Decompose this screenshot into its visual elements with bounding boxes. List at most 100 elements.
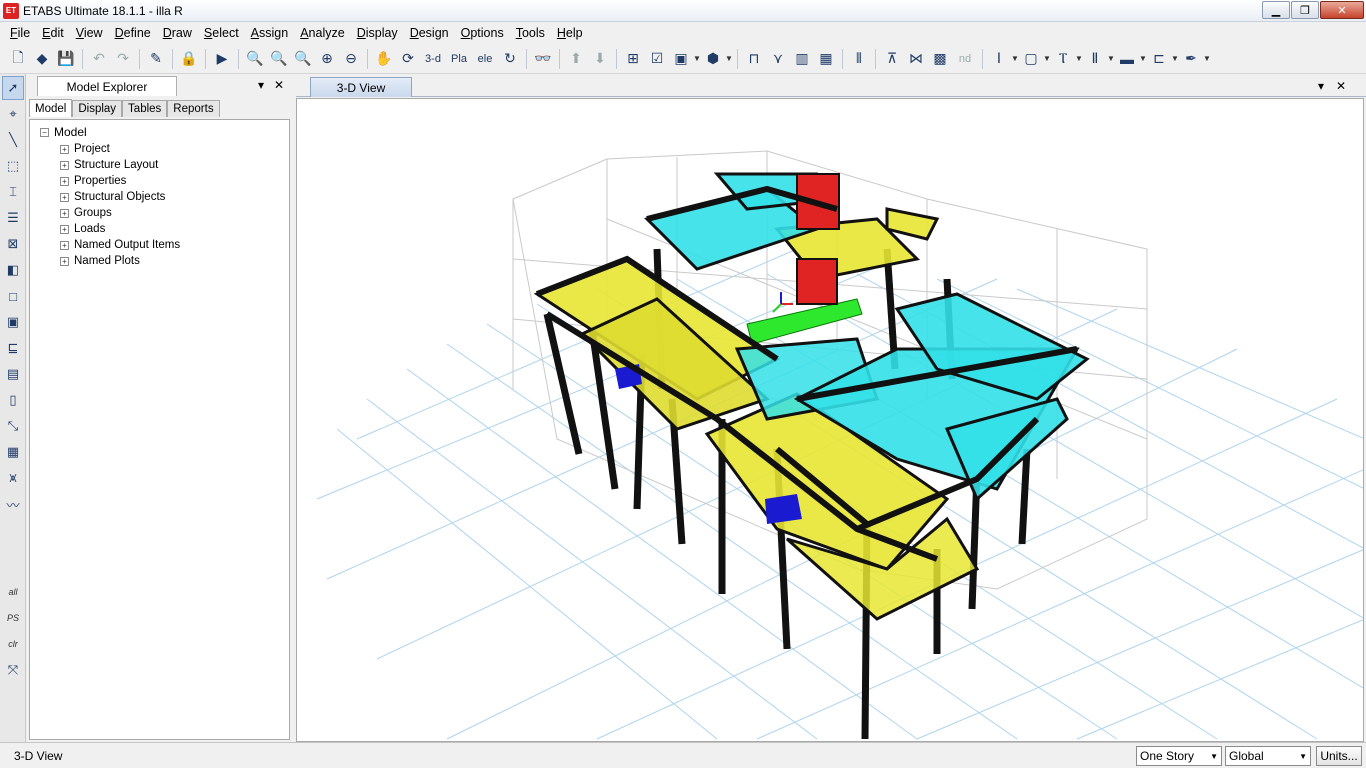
tree-node[interactable]: + Project xyxy=(60,141,180,157)
menu-view[interactable]: View xyxy=(70,26,109,40)
tab-tables[interactable]: Tables xyxy=(122,100,168,117)
coordinate-system-select[interactable]: Global ▼ xyxy=(1225,746,1311,766)
dropdown-arrow-icon[interactable]: ▼ xyxy=(693,54,701,63)
move-up-story-button[interactable]: ⬆ xyxy=(565,48,587,70)
show-selection-only-button[interactable]: ☑ xyxy=(646,48,668,70)
quick-draw-floor-button[interactable]: ▣ xyxy=(2,310,24,334)
draw-brace-button[interactable]: ⋎ xyxy=(767,48,789,70)
elevation-view-button[interactable]: ele xyxy=(473,48,497,70)
expand-icon[interactable]: + xyxy=(60,256,69,266)
new-model-button[interactable]: 🗋 xyxy=(7,48,29,70)
set-display-options-button[interactable]: ⊞ xyxy=(622,48,644,70)
tree-node[interactable]: + Loads xyxy=(60,221,180,237)
expand-icon[interactable]: + xyxy=(60,144,69,154)
detailing-button[interactable]: ✒ xyxy=(1180,48,1202,70)
expand-icon[interactable]: + xyxy=(60,176,69,186)
menu-draw[interactable]: Draw xyxy=(157,26,198,40)
menu-display[interactable]: Display xyxy=(351,26,404,40)
undo-button[interactable]: ↶ xyxy=(88,48,110,70)
menu-options[interactable]: Options xyxy=(455,26,510,40)
menu-file[interactable]: File xyxy=(4,26,36,40)
close-view-button[interactable]: ✕ xyxy=(1336,79,1346,93)
clear-selection-button[interactable]: clr xyxy=(2,632,24,656)
assign-diaphragm-button[interactable]: ▩ xyxy=(929,48,951,70)
draw-line-button[interactable]: ╲ xyxy=(2,128,24,152)
zoom-previous-button[interactable]: 🔍 xyxy=(292,48,314,70)
draw-link-button[interactable]: ⤡ xyxy=(2,414,24,438)
draw-beam-button[interactable]: ⬚ xyxy=(2,154,24,178)
pan-button[interactable]: ✋ xyxy=(373,48,395,70)
lock-model-button[interactable]: 🔒 xyxy=(178,48,200,70)
tab-display[interactable]: Display xyxy=(72,100,123,117)
dropdown-arrow-icon[interactable]: ▼ xyxy=(1171,54,1179,63)
nd-button[interactable]: nd xyxy=(953,48,977,70)
tree-node[interactable]: + Structural Objects xyxy=(60,189,180,205)
draw-secondary-beam-button[interactable]: ☰ xyxy=(2,206,24,230)
view-menu-button[interactable]: ▾ xyxy=(1318,79,1324,93)
tree-node[interactable]: + Named Output Items xyxy=(60,237,180,253)
draw-floor-button[interactable]: ◧ xyxy=(2,258,24,282)
draw-opening-button[interactable]: ▤ xyxy=(2,362,24,386)
dropdown-arrow-icon[interactable]: ▼ xyxy=(1011,54,1019,63)
wall-design-button[interactable]: ⊏ xyxy=(1148,48,1170,70)
tree-node[interactable]: + Properties xyxy=(60,173,180,189)
menu-edit[interactable]: Edit xyxy=(36,26,70,40)
draw-strip-button[interactable]: 〰 xyxy=(2,492,24,516)
tree-node[interactable]: + Structure Layout xyxy=(60,157,180,173)
zoom-window-button[interactable]: 🔍 xyxy=(244,48,266,70)
draw-wall-left-button[interactable]: ⊑ xyxy=(2,336,24,360)
extrude-button[interactable]: ⬢ xyxy=(702,48,724,70)
expand-icon[interactable]: + xyxy=(60,240,69,250)
reshape-button[interactable]: ⌖ xyxy=(2,102,24,126)
plan-view-button[interactable]: Pla xyxy=(447,48,471,70)
draw-grid-button[interactable]: ▦ xyxy=(815,48,837,70)
collapse-icon[interactable]: − xyxy=(40,127,49,137)
units-button[interactable]: Units... xyxy=(1316,746,1362,766)
expand-icon[interactable]: + xyxy=(60,208,69,218)
draw-wall-stack-button[interactable]: ▯ xyxy=(2,388,24,412)
shell-section-button[interactable]: ▢ xyxy=(1020,48,1042,70)
draw-grid-left-button[interactable]: ▦ xyxy=(2,440,24,464)
expand-icon[interactable]: + xyxy=(60,192,69,202)
menu-assign[interactable]: Assign xyxy=(245,26,295,40)
frame-section-button[interactable]: Ⅰ xyxy=(988,48,1010,70)
tab-3d-view[interactable]: 3-D View xyxy=(310,77,412,97)
previous-selection-button[interactable]: PS xyxy=(2,606,24,630)
redo-button[interactable]: ↷ xyxy=(112,48,134,70)
zoom-extents-button[interactable]: 🔍 xyxy=(268,48,290,70)
menu-design[interactable]: Design xyxy=(404,26,455,40)
select-all-button[interactable]: all xyxy=(2,580,24,604)
assign-support-button[interactable]: ⊼ xyxy=(881,48,903,70)
dropdown-arrow-icon[interactable]: ▼ xyxy=(1139,54,1147,63)
menu-analyze[interactable]: Analyze xyxy=(294,26,350,40)
save-model-button[interactable]: 💾 xyxy=(55,48,77,70)
tab-model[interactable]: Model xyxy=(29,99,73,117)
run-analysis-button[interactable]: ▶ xyxy=(211,48,233,70)
panel-menu-button[interactable]: ▾ xyxy=(258,78,264,92)
draw-column-button[interactable]: ⫴ xyxy=(848,48,870,70)
expand-icon[interactable]: + xyxy=(60,160,69,170)
menu-tools[interactable]: Tools xyxy=(510,26,551,40)
draw-rect-floor-button[interactable]: □ xyxy=(2,284,24,308)
zoom-in-button[interactable]: ⊕ xyxy=(316,48,338,70)
open-model-button[interactable]: ◆ xyxy=(31,48,53,70)
assign-release-button[interactable]: ⋈ xyxy=(905,48,927,70)
snap-options-button[interactable]: ⤧ xyxy=(2,658,24,682)
tree-root[interactable]: − Model xyxy=(40,125,87,139)
dropdown-arrow-icon[interactable]: ▼ xyxy=(1043,54,1051,63)
refresh-view-button[interactable]: ✎ xyxy=(145,48,167,70)
tab-reports[interactable]: Reports xyxy=(167,100,220,117)
object-shrink-button[interactable]: ▣ xyxy=(670,48,692,70)
dropdown-arrow-icon[interactable]: ▼ xyxy=(1107,54,1115,63)
rotate-3d-button[interactable]: ⟳ xyxy=(397,48,419,70)
story-select[interactable]: One Story ▼ xyxy=(1136,746,1222,766)
model-3d-canvas[interactable] xyxy=(296,98,1364,742)
close-window-button[interactable]: ✕ xyxy=(1320,1,1364,19)
expand-icon[interactable]: + xyxy=(60,224,69,234)
perspective-toggle-button[interactable]: 👓 xyxy=(532,48,554,70)
draw-brace-left-button[interactable]: ⊠ xyxy=(2,232,24,256)
dropdown-arrow-icon[interactable]: ▼ xyxy=(1203,54,1211,63)
draw-tendon-button[interactable]: ⩙ xyxy=(2,466,24,490)
beam-design-button[interactable]: Ⲧ xyxy=(1052,48,1074,70)
zoom-out-button[interactable]: ⊖ xyxy=(340,48,362,70)
